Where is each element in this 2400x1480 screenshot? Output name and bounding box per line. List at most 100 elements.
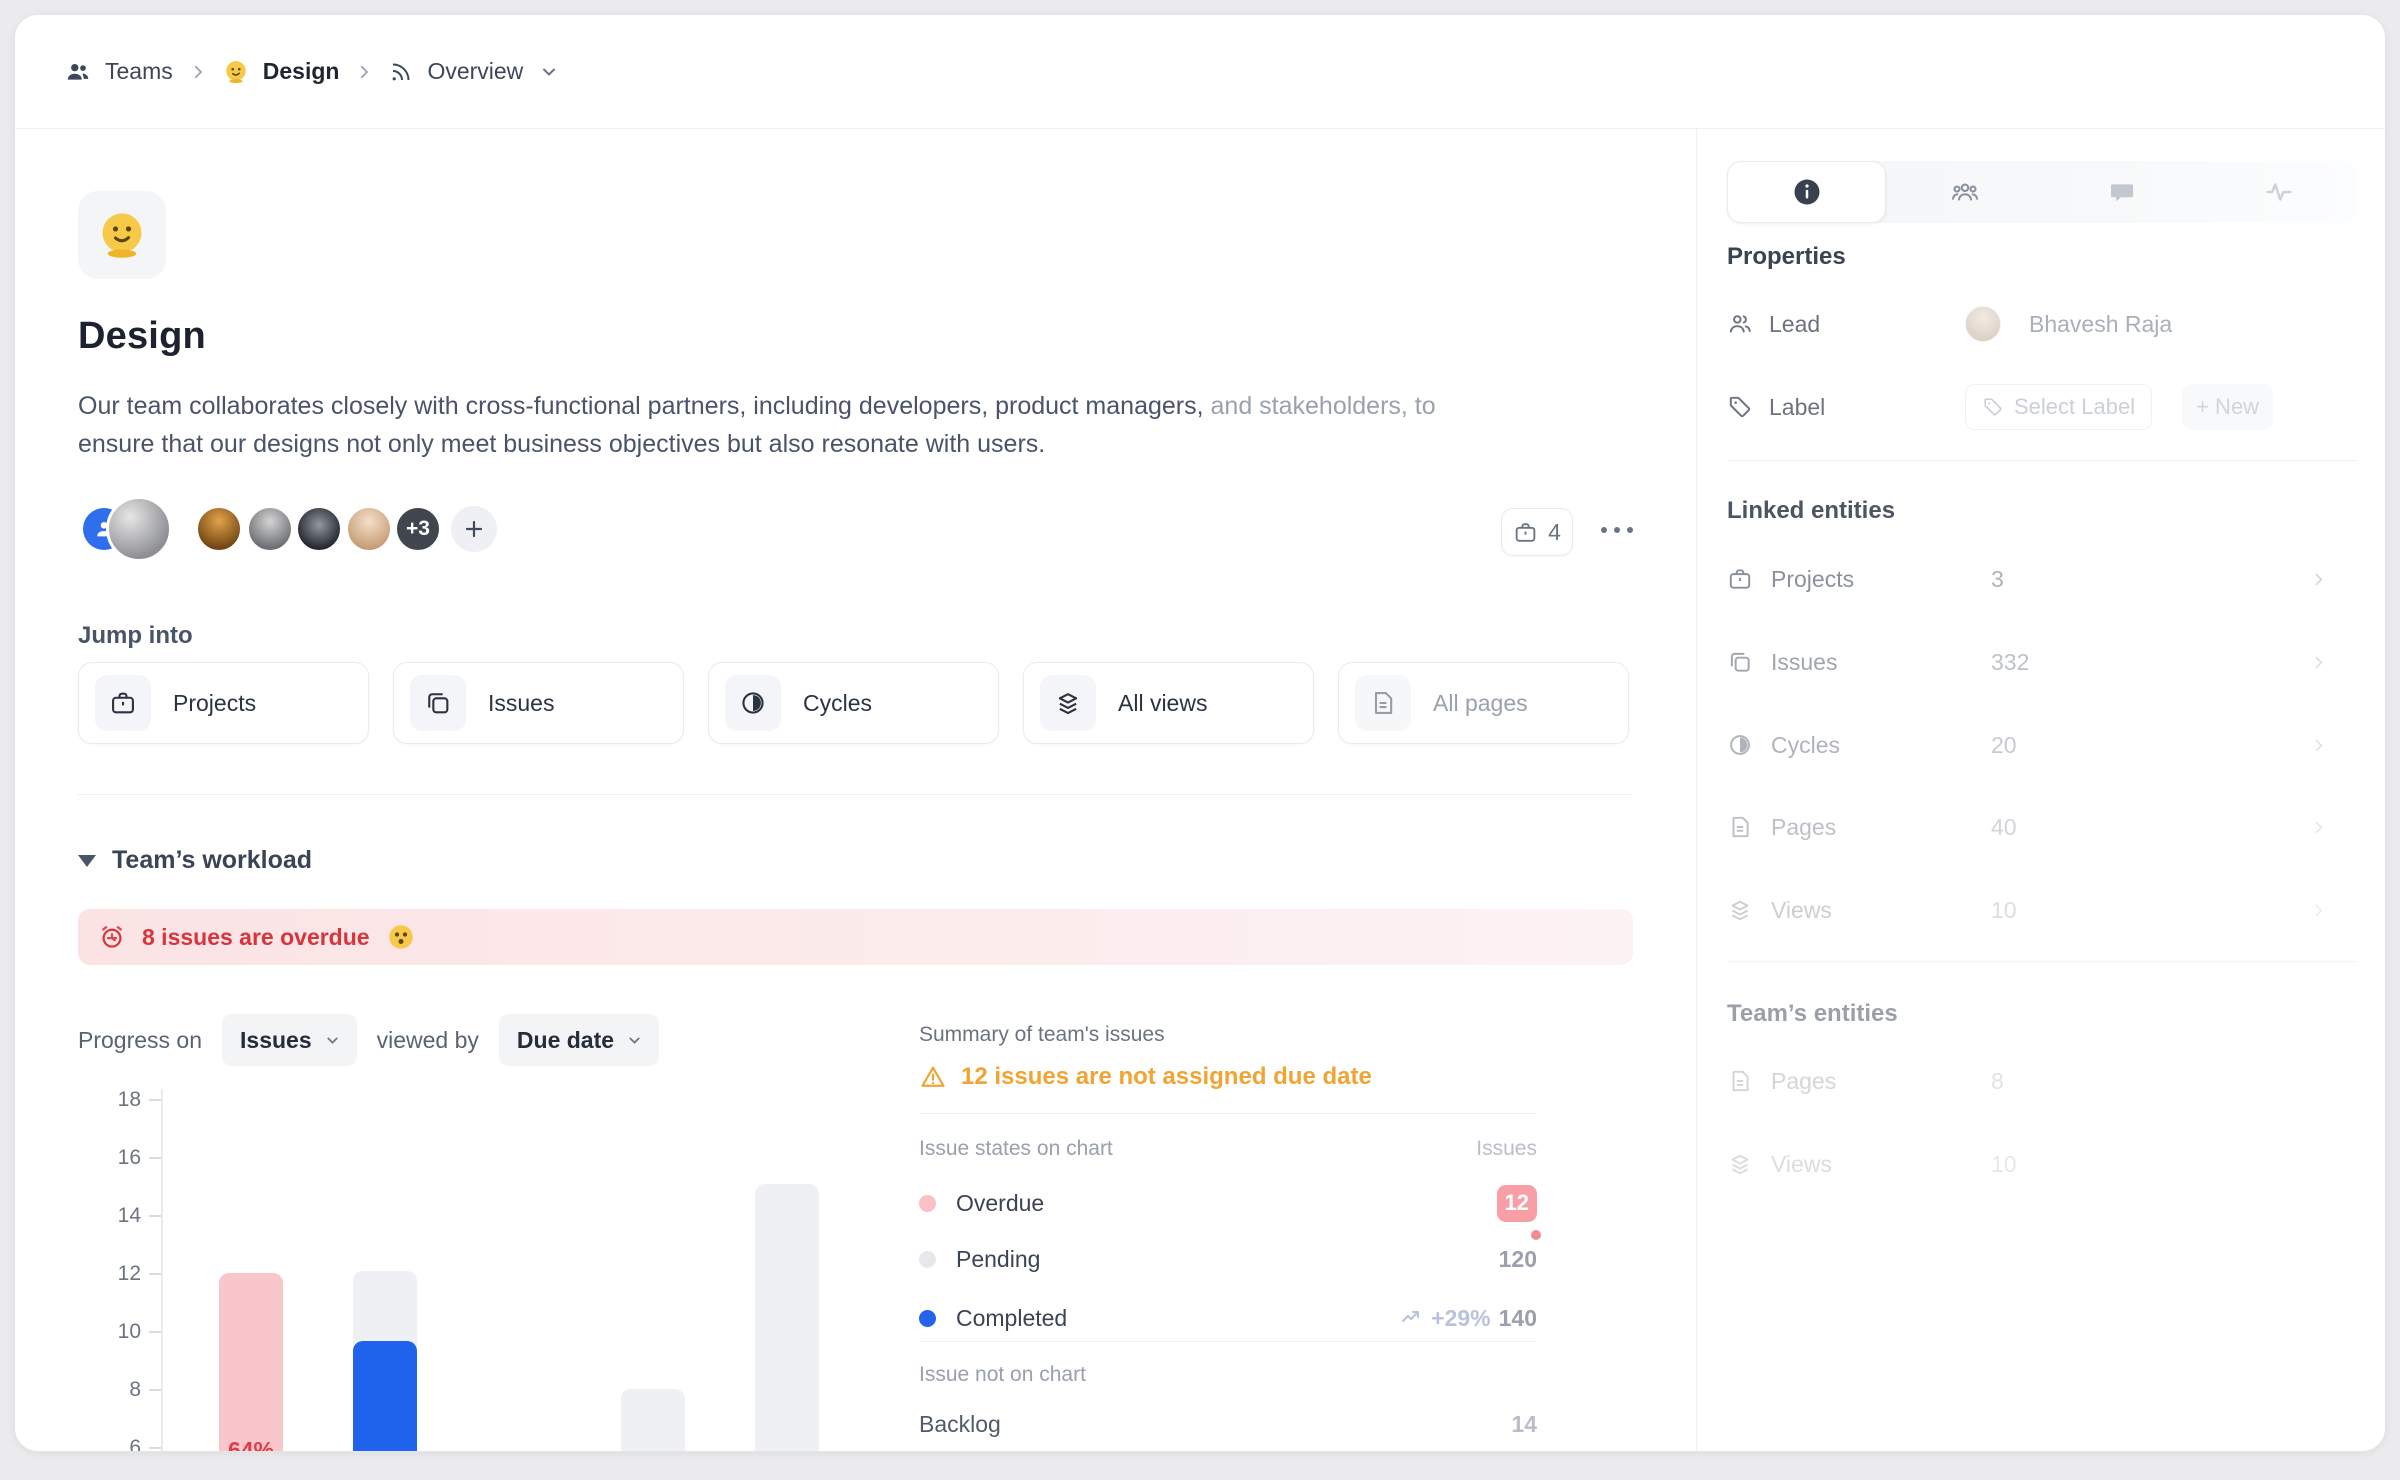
completed-dot <box>919 1310 936 1327</box>
issue-states-header: Issue states on chart Issues <box>919 1137 1537 1161</box>
completed-trend: +29% <box>1431 1305 1490 1332</box>
state-row-pending: Pending 120 <box>919 1239 1537 1279</box>
chevron-right-icon <box>2310 654 2327 671</box>
linked-projects-count-button[interactable]: 4 <box>1501 508 1573 556</box>
y-axis-tick <box>149 1215 161 1217</box>
ellipsis-icon <box>1601 527 1607 533</box>
summary-heading: Summary of team's issues <box>919 1023 1537 1047</box>
project-count: 4 <box>1548 519 1561 546</box>
select-label-text: Select Label <box>2014 394 2135 420</box>
property-row-label: Label Select Label + New <box>1727 383 2357 431</box>
tag-icon <box>1727 394 1753 420</box>
chart-controls: Progress on Issues viewed by Due date <box>78 1014 659 1066</box>
breadcrumb: Teams Design Overview <box>15 15 2385 129</box>
jump-into-heading: Jump into <box>78 622 193 650</box>
state-row-overdue: Overdue 12 <box>919 1183 1537 1223</box>
chevron-right-icon <box>2310 737 2327 754</box>
linked-row-projects[interactable]: Projects 3 <box>1727 555 2357 603</box>
app-window: Teams Design Overview Design Our te <box>14 14 2386 1452</box>
breadcrumb-teams[interactable]: Teams <box>65 58 173 85</box>
tab-properties[interactable] <box>1727 161 1886 223</box>
chart-bar-track <box>755 1184 819 1452</box>
y-axis-tick <box>149 1389 161 1391</box>
avatar[interactable] <box>246 505 294 553</box>
y-axis-tick-label: 8 <box>81 1378 141 1402</box>
jump-card-projects[interactable]: Projects <box>78 662 369 744</box>
divider <box>919 1113 1537 1114</box>
jump-card-issues[interactable]: Issues <box>393 662 684 744</box>
team-entities-heading: Team’s entities <box>1727 1000 1898 1028</box>
linked-row-issues[interactable]: Issues 332 <box>1727 638 2357 686</box>
avatar[interactable] <box>195 505 243 553</box>
jump-card-label: Projects <box>173 690 256 717</box>
notification-dot <box>1531 1230 1541 1240</box>
avatar[interactable] <box>295 505 343 553</box>
melting-face-emoji <box>96 209 148 261</box>
breadcrumb-team-label: Design <box>263 58 340 85</box>
view-dropdown-value: Due date <box>517 1027 614 1054</box>
team-description-part3: ensure that our designs not only meet bu… <box>78 430 1045 458</box>
y-axis-tick <box>149 1099 161 1101</box>
team-emoji-icon <box>223 59 249 85</box>
workload-collapse-toggle[interactable]: Team’s workload <box>78 846 312 875</box>
entity-dropdown-value: Issues <box>240 1027 312 1054</box>
label-label: Label <box>1769 394 1949 421</box>
tab-comments[interactable] <box>2043 161 2200 223</box>
view-dropdown[interactable]: Due date <box>499 1014 659 1066</box>
breadcrumb-team[interactable]: Design <box>223 58 340 85</box>
activity-pulse-icon <box>2264 177 2294 207</box>
layers-icon <box>1727 897 1753 923</box>
avatar[interactable] <box>106 496 172 562</box>
off-chart-label: Issue not on chart <box>919 1363 1537 1387</box>
y-axis-tick-label: 12 <box>81 1262 141 1286</box>
team-description-part2: and stakeholders, to <box>1204 392 1436 420</box>
entity-dropdown[interactable]: Issues <box>222 1014 357 1066</box>
y-axis-tick <box>149 1157 161 1159</box>
add-member-button[interactable] <box>451 506 497 552</box>
chevron-right-icon <box>189 63 207 81</box>
chevron-down-icon <box>626 1032 643 1049</box>
team-description: Our team collaborates closely with cross… <box>78 387 1658 463</box>
briefcase-icon <box>1513 520 1538 545</box>
overdue-dot <box>919 1195 936 1212</box>
issues-icon <box>1727 649 1753 675</box>
team-row-views[interactable]: Views 10 <box>1727 1140 2357 1188</box>
pending-count: 120 <box>1499 1246 1537 1272</box>
divider <box>919 1341 1537 1342</box>
select-label-button[interactable]: Select Label <box>1965 384 2152 430</box>
breadcrumb-page[interactable]: Overview <box>389 58 523 85</box>
tab-activity[interactable] <box>2200 161 2357 223</box>
new-label-button[interactable]: + New <box>2182 384 2273 430</box>
y-axis-tick-label: 18 <box>81 1088 141 1112</box>
tab-members[interactable] <box>1886 161 2043 223</box>
linked-row-pages[interactable]: Pages 40 <box>1727 803 2357 851</box>
issues-column-label: Issues <box>1476 1137 1537 1161</box>
jump-card-cycles[interactable]: Cycles <box>708 662 999 744</box>
properties-heading: Properties <box>1727 243 1846 271</box>
overdue-alert-text: 8 issues are overdue <box>142 924 370 951</box>
workload-heading: Team’s workload <box>112 846 312 875</box>
avatar[interactable] <box>345 505 393 553</box>
jump-card-all-views[interactable]: All views <box>1023 662 1314 744</box>
bar-percentage-label: 64% <box>219 1437 283 1452</box>
jump-card-all-pages[interactable]: All pages <box>1338 662 1629 744</box>
team-row-pages[interactable]: Pages 8 <box>1727 1057 2357 1105</box>
chevron-right-icon <box>355 63 373 81</box>
tag-icon <box>1982 396 2004 418</box>
overview-feed-icon <box>389 60 413 84</box>
linked-row-cycles[interactable]: Cycles 20 <box>1727 721 2357 769</box>
team-emoji-tile[interactable] <box>78 191 166 279</box>
jump-card-label: All views <box>1118 690 1207 717</box>
linked-row-views[interactable]: Views 10 <box>1727 886 2357 934</box>
progress-on-label: Progress on <box>78 1027 202 1054</box>
info-icon <box>1792 177 1822 207</box>
chart-bar-track <box>621 1389 685 1452</box>
lead-value[interactable]: Bhavesh Raja <box>2029 311 2172 338</box>
users-icon <box>1950 177 1980 207</box>
chevron-down-icon[interactable] <box>539 62 559 82</box>
avatar-overflow-count[interactable]: +3 <box>394 505 442 553</box>
chevron-right-icon <box>2310 819 2327 836</box>
jump-card-label: Cycles <box>803 690 872 717</box>
more-options-button[interactable] <box>1601 527 1633 533</box>
layers-icon <box>1727 1151 1753 1177</box>
